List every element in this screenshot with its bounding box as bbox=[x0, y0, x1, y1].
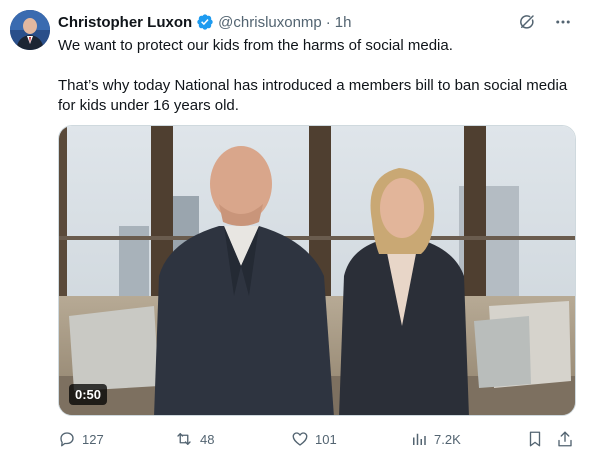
views-button[interactable]: 7.2K bbox=[410, 428, 461, 450]
top-actions bbox=[517, 12, 573, 32]
video-duration: 0:50 bbox=[69, 384, 108, 405]
like-icon bbox=[291, 430, 309, 448]
action-bar: 127 48 101 7.2K bbox=[58, 428, 576, 450]
like-button[interactable]: 101 bbox=[291, 428, 337, 450]
bookmark-icon bbox=[526, 430, 544, 448]
timestamp[interactable]: 1h bbox=[335, 14, 352, 31]
bookmark-button[interactable] bbox=[526, 428, 544, 450]
reply-count: 127 bbox=[82, 431, 104, 447]
tweet-paragraph-1: We want to protect our kids from the har… bbox=[58, 37, 453, 54]
share-icon bbox=[556, 430, 574, 448]
views-count: 7.2K bbox=[434, 431, 461, 447]
avatar-image bbox=[10, 10, 50, 50]
tweet-paragraph-2: That’s why today National has introduced… bbox=[58, 77, 568, 114]
author-name[interactable]: Christopher Luxon bbox=[58, 14, 192, 31]
repost-count: 48 bbox=[200, 431, 215, 447]
reply-button[interactable]: 127 bbox=[58, 428, 104, 450]
video-player[interactable]: 0:50 bbox=[58, 125, 576, 416]
grok-icon[interactable] bbox=[517, 12, 537, 32]
views-icon bbox=[410, 430, 428, 448]
video-thumbnail bbox=[59, 126, 575, 415]
reply-icon bbox=[58, 430, 76, 448]
tweet: Christopher Luxon @chrisluxonmp · 1h We … bbox=[0, 0, 589, 464]
repost-icon bbox=[174, 430, 194, 448]
tweet-header: Christopher Luxon @chrisluxonmp · 1h bbox=[58, 12, 351, 32]
separator-dot: · bbox=[325, 13, 331, 31]
like-count: 101 bbox=[315, 431, 337, 447]
avatar[interactable] bbox=[10, 10, 50, 50]
share-button[interactable] bbox=[556, 428, 574, 450]
author-handle[interactable]: @chrisluxonmp bbox=[218, 14, 322, 31]
verified-badge-icon bbox=[196, 13, 214, 31]
repost-button[interactable]: 48 bbox=[174, 428, 214, 450]
more-icon[interactable] bbox=[553, 12, 573, 32]
tweet-text: We want to protect our kids from the har… bbox=[58, 36, 568, 116]
